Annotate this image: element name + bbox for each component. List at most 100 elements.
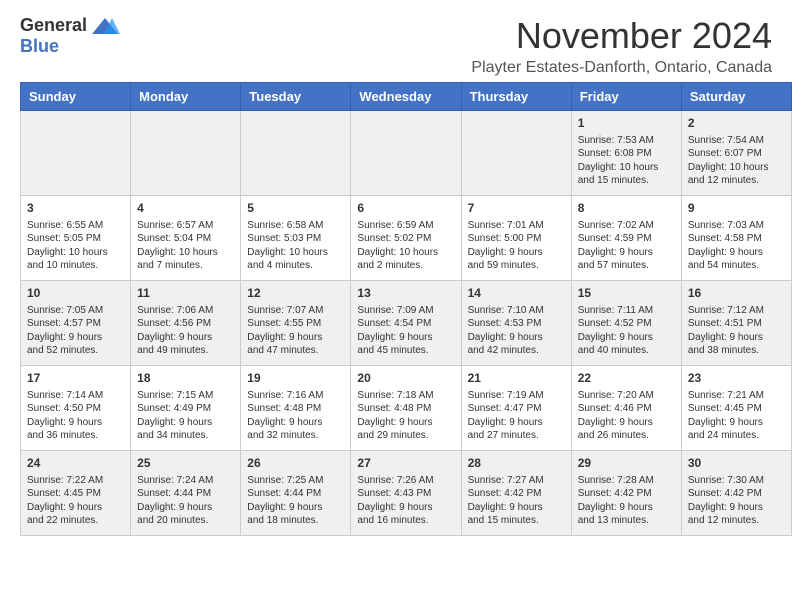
calendar-cell: 15Sunrise: 7:11 AM Sunset: 4:52 PM Dayli… bbox=[571, 281, 681, 366]
cell-info: Sunrise: 7:02 AM Sunset: 4:59 PM Dayligh… bbox=[578, 219, 675, 273]
cell-info: Sunrise: 6:58 AM Sunset: 5:03 PM Dayligh… bbox=[247, 219, 344, 273]
day-number: 8 bbox=[578, 200, 675, 217]
cell-info: Sunrise: 7:05 AM Sunset: 4:57 PM Dayligh… bbox=[27, 304, 124, 358]
cell-info: Sunrise: 7:30 AM Sunset: 4:42 PM Dayligh… bbox=[688, 474, 785, 528]
day-number: 10 bbox=[27, 285, 124, 302]
day-number: 20 bbox=[357, 370, 454, 387]
cell-info: Sunrise: 7:03 AM Sunset: 4:58 PM Dayligh… bbox=[688, 219, 785, 273]
cell-info: Sunrise: 7:24 AM Sunset: 4:44 PM Dayligh… bbox=[137, 474, 234, 528]
calendar-cell: 17 Sunrise: 7:14 AM Sunset: 4:50 PM Dayli… bbox=[21, 366, 131, 451]
cell-info: Sunrise: 6:59 AM Sunset: 5:02 PM Dayligh… bbox=[357, 219, 454, 273]
logo-icon bbox=[90, 16, 120, 36]
day-header-saturday: Saturday bbox=[681, 83, 791, 111]
cell-info: Sunrise: 7:06 AM Sunset: 4:56 PM Dayligh… bbox=[137, 304, 234, 358]
cell-info: Sunrise: 7:21 AM Sunset: 4:45 PM Dayligh… bbox=[688, 389, 785, 443]
day-number: 13 bbox=[357, 285, 454, 302]
cell-info: Sunrise: 7:28 AM Sunset: 4:42 PM Dayligh… bbox=[578, 474, 675, 528]
calendar-cell: 21 Sunrise: 7:19 AM Sunset: 4:47 PM Dayli… bbox=[461, 366, 571, 451]
calendar-cell: 25 Sunrise: 7:24 AM Sunset: 4:44 PM Dayli… bbox=[131, 451, 241, 536]
calendar-cell: 23 Sunrise: 7:21 AM Sunset: 4:45 PM Dayli… bbox=[681, 366, 791, 451]
day-number: 5 bbox=[247, 200, 344, 217]
calendar-cell: 6 Sunrise: 6:59 AM Sunset: 5:02 PM Daylig… bbox=[351, 196, 461, 281]
calendar-cell: 9 Sunrise: 7:03 AM Sunset: 4:58 PM Daylig… bbox=[681, 196, 791, 281]
calendar-cell: 7 Sunrise: 7:01 AM Sunset: 5:00 PM Daylig… bbox=[461, 196, 571, 281]
calendar-cell: 5 Sunrise: 6:58 AM Sunset: 5:03 PM Daylig… bbox=[241, 196, 351, 281]
day-number: 15 bbox=[578, 285, 675, 302]
day-header-tuesday: Tuesday bbox=[241, 83, 351, 111]
day-number: 27 bbox=[357, 455, 454, 472]
cell-info: Sunrise: 7:07 AM Sunset: 4:55 PM Dayligh… bbox=[247, 304, 344, 358]
day-number: 7 bbox=[468, 200, 565, 217]
cell-info: Sunrise: 6:57 AM Sunset: 5:04 PM Dayligh… bbox=[137, 219, 234, 273]
calendar-cell bbox=[21, 111, 131, 196]
calendar-cell: 27Sunrise: 7:26 AM Sunset: 4:43 PM Dayli… bbox=[351, 451, 461, 536]
week-row-4: 17 Sunrise: 7:14 AM Sunset: 4:50 PM Dayli… bbox=[21, 366, 792, 451]
day-number: 17 bbox=[27, 370, 124, 387]
day-number: 23 bbox=[688, 370, 785, 387]
calendar-cell: 22 Sunrise: 7:20 AM Sunset: 4:46 PM Dayli… bbox=[571, 366, 681, 451]
calendar-cell: 1 Sunrise: 7:53 AM Sunset: 6:08 PM Daylig… bbox=[571, 111, 681, 196]
day-number: 6 bbox=[357, 200, 454, 217]
cell-info: Sunrise: 7:10 AM Sunset: 4:53 PM Dayligh… bbox=[468, 304, 565, 358]
title-section: November 2024 Playter Estates-Danforth, … bbox=[471, 15, 772, 77]
day-number: 4 bbox=[137, 200, 234, 217]
day-number: 1 bbox=[578, 115, 675, 132]
day-number: 22 bbox=[578, 370, 675, 387]
week-row-3: 10 Sunrise: 7:05 AM Sunset: 4:57 PM Dayli… bbox=[21, 281, 792, 366]
cell-info: Sunrise: 7:14 AM Sunset: 4:50 PM Dayligh… bbox=[27, 389, 124, 443]
location-title: Playter Estates-Danforth, Ontario, Canad… bbox=[471, 59, 772, 77]
calendar-cell: 19 Sunrise: 7:16 AM Sunset: 4:48 PM Dayli… bbox=[241, 366, 351, 451]
calendar-cell: 18 Sunrise: 7:15 AM Sunset: 4:49 PM Dayli… bbox=[131, 366, 241, 451]
cell-info: Sunrise: 7:20 AM Sunset: 4:46 PM Dayligh… bbox=[578, 389, 675, 443]
calendar-cell: 8 Sunrise: 7:02 AM Sunset: 4:59 PM Daylig… bbox=[571, 196, 681, 281]
month-title: November 2024 bbox=[471, 15, 772, 57]
day-number: 16 bbox=[688, 285, 785, 302]
cell-info: Sunrise: 7:01 AM Sunset: 5:00 PM Dayligh… bbox=[468, 219, 565, 273]
day-number: 9 bbox=[688, 200, 785, 217]
cell-info: Sunrise: 7:27 AM Sunset: 4:42 PM Dayligh… bbox=[468, 474, 565, 528]
calendar-table: SundayMondayTuesdayWednesdayThursdayFrid… bbox=[20, 82, 792, 536]
calendar-cell: 10 Sunrise: 7:05 AM Sunset: 4:57 PM Dayli… bbox=[21, 281, 131, 366]
cell-info: Sunrise: 7:16 AM Sunset: 4:48 PM Dayligh… bbox=[247, 389, 344, 443]
day-number: 12 bbox=[247, 285, 344, 302]
calendar-cell: 3 Sunrise: 6:55 AM Sunset: 5:05 PM Daylig… bbox=[21, 196, 131, 281]
day-number: 25 bbox=[137, 455, 234, 472]
week-row-2: 3 Sunrise: 6:55 AM Sunset: 5:05 PM Daylig… bbox=[21, 196, 792, 281]
logo: General Blue bbox=[20, 15, 120, 57]
day-header-thursday: Thursday bbox=[461, 83, 571, 111]
cell-info: Sunrise: 7:15 AM Sunset: 4:49 PM Dayligh… bbox=[137, 389, 234, 443]
calendar-cell: 29 Sunrise: 7:28 AM Sunset: 4:42 PM Dayli… bbox=[571, 451, 681, 536]
calendar-cell: 12 Sunrise: 7:07 AM Sunset: 4:55 PM Dayli… bbox=[241, 281, 351, 366]
day-number: 28 bbox=[468, 455, 565, 472]
calendar-cell: 20 Sunrise: 7:18 AM Sunset: 4:48 PM Dayli… bbox=[351, 366, 461, 451]
day-number: 11 bbox=[137, 285, 234, 302]
cell-info: Sunrise: 7:54 AM Sunset: 6:07 PM Dayligh… bbox=[688, 134, 785, 188]
day-number: 21 bbox=[468, 370, 565, 387]
cell-info: Sunrise: 7:22 AM Sunset: 4:45 PM Dayligh… bbox=[27, 474, 124, 528]
calendar-body: 1 Sunrise: 7:53 AM Sunset: 6:08 PM Daylig… bbox=[21, 111, 792, 536]
calendar-cell: 28 Sunrise: 7:27 AM Sunset: 4:42 PM Dayli… bbox=[461, 451, 571, 536]
calendar-cell: 4 Sunrise: 6:57 AM Sunset: 5:04 PM Daylig… bbox=[131, 196, 241, 281]
calendar-cell bbox=[131, 111, 241, 196]
day-header-friday: Friday bbox=[571, 83, 681, 111]
day-number: 29 bbox=[578, 455, 675, 472]
cell-info: Sunrise: 7:09 AM Sunset: 4:54 PM Dayligh… bbox=[357, 304, 454, 358]
day-number: 19 bbox=[247, 370, 344, 387]
calendar-cell bbox=[351, 111, 461, 196]
day-number: 30 bbox=[688, 455, 785, 472]
week-row-5: 24Sunrise: 7:22 AM Sunset: 4:45 PM Dayli… bbox=[21, 451, 792, 536]
calendar-header: SundayMondayTuesdayWednesdayThursdayFrid… bbox=[21, 83, 792, 111]
cell-info: Sunrise: 7:53 AM Sunset: 6:08 PM Dayligh… bbox=[578, 134, 675, 188]
logo-blue-text: Blue bbox=[20, 36, 59, 57]
cell-info: Sunrise: 7:12 AM Sunset: 4:51 PM Dayligh… bbox=[688, 304, 785, 358]
cell-info: Sunrise: 7:25 AM Sunset: 4:44 PM Dayligh… bbox=[247, 474, 344, 528]
calendar-cell: 16 Sunrise: 7:12 AM Sunset: 4:51 PM Dayli… bbox=[681, 281, 791, 366]
calendar-cell: 11 Sunrise: 7:06 AM Sunset: 4:56 PM Dayli… bbox=[131, 281, 241, 366]
cell-info: Sunrise: 6:55 AM Sunset: 5:05 PM Dayligh… bbox=[27, 219, 124, 273]
day-header-sunday: Sunday bbox=[21, 83, 131, 111]
cell-info: Sunrise: 7:18 AM Sunset: 4:48 PM Dayligh… bbox=[357, 389, 454, 443]
day-number: 3 bbox=[27, 200, 124, 217]
cell-info: Sunrise: 7:19 AM Sunset: 4:47 PM Dayligh… bbox=[468, 389, 565, 443]
day-number: 18 bbox=[137, 370, 234, 387]
calendar-cell bbox=[241, 111, 351, 196]
